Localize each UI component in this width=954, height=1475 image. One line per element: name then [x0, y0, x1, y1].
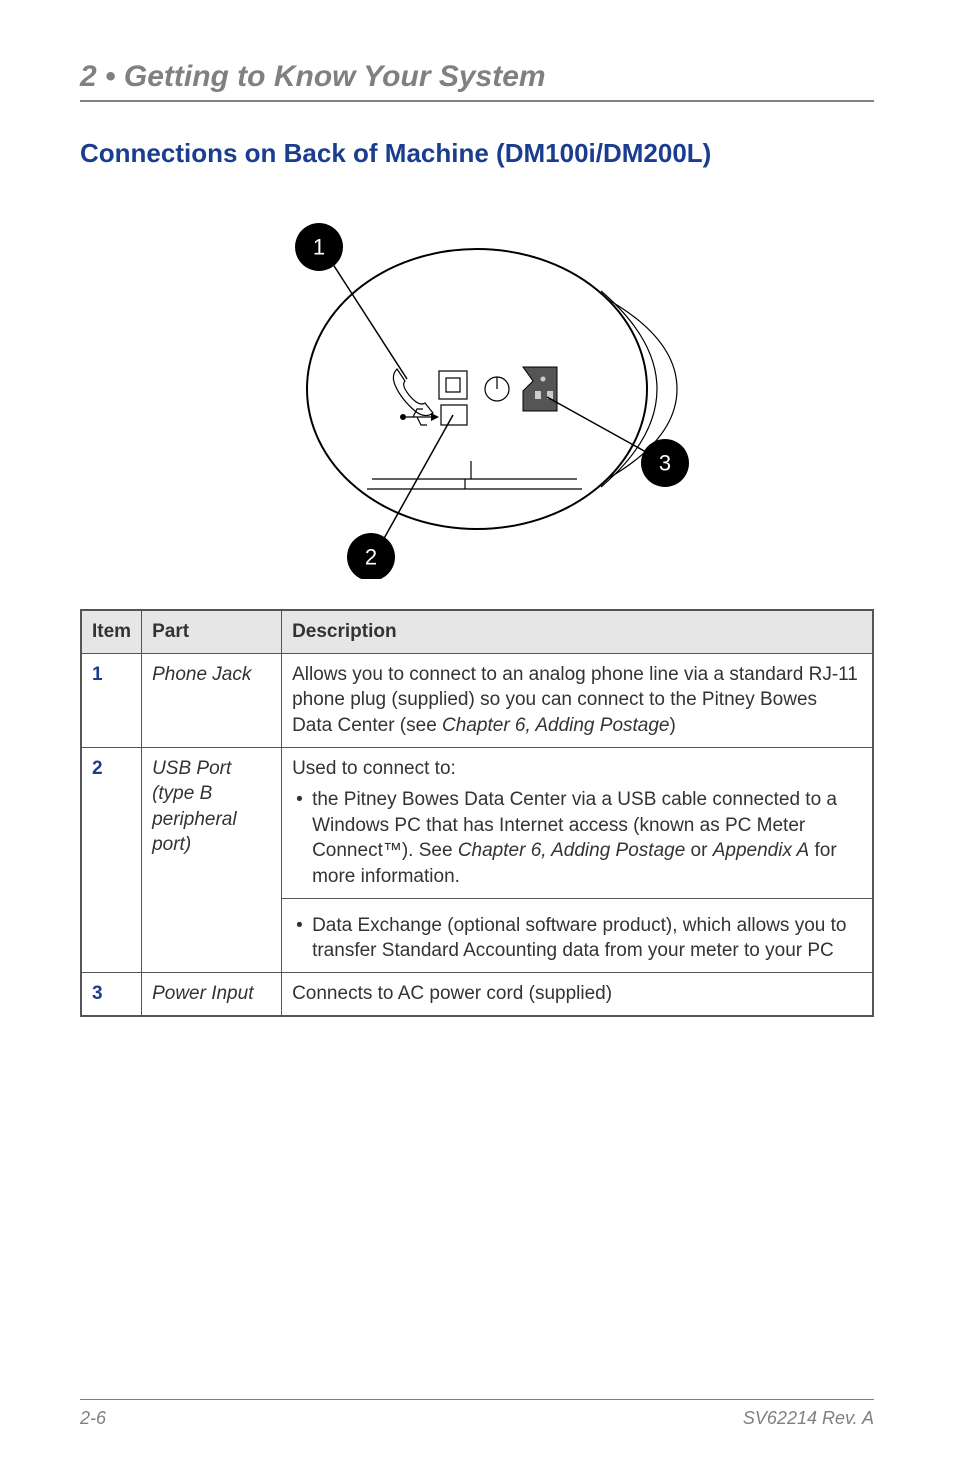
th-part: Part [142, 610, 282, 653]
list-item: Data Exchange (optional software product… [292, 913, 862, 964]
table-row: 1 Phone Jack Allows you to connect to an… [81, 653, 873, 747]
item-number: 3 [81, 973, 142, 1016]
power-symbol-icon [485, 377, 509, 401]
connections-table: Item Part Description 1 Phone Jack Allow… [80, 609, 874, 1017]
doc-revision: SV62214 Rev. A [743, 1408, 874, 1429]
diagram-container: 1 2 3 [80, 199, 874, 579]
power-inlet-icon [523, 367, 557, 411]
part-description: Connects to AC power cord (supplied) [282, 973, 873, 1016]
part-name: USB Port (type B peripheral port) [142, 747, 282, 972]
port-panel [393, 367, 557, 425]
page-footer: 2-6 SV62214 Rev. A [80, 1399, 874, 1429]
page-number: 2-6 [80, 1408, 106, 1429]
table-row: 2 USB Port (type B peripheral port) Used… [81, 747, 873, 972]
table-row: 3 Power Input Connects to AC power cord … [81, 973, 873, 1016]
machine-back-diagram: 1 2 3 [217, 199, 737, 579]
part-description: Allows you to connect to an analog phone… [282, 653, 873, 747]
phone-jack-icon [393, 369, 433, 416]
item-number: 1 [81, 653, 142, 747]
chapter-header: 2 • Getting to Know Your System [80, 60, 874, 102]
machine-svg: 1 2 3 [217, 199, 737, 579]
callout-3-label: 3 [659, 451, 671, 476]
item-number: 2 [81, 747, 142, 972]
th-desc: Description [282, 610, 873, 653]
table-header-row: Item Part Description [81, 610, 873, 653]
page-title: Connections on Back of Machine (DM100i/D… [80, 138, 874, 169]
part-description: Used to connect to: the Pitney Bowes Dat… [282, 747, 873, 972]
part-name: Phone Jack [142, 653, 282, 747]
callout-1-label: 1 [313, 235, 325, 260]
list-item: the Pitney Bowes Data Center via a USB c… [292, 787, 862, 890]
part-name: Power Input [142, 973, 282, 1016]
usb-port-icon [400, 371, 467, 425]
callout-2-label: 2 [365, 545, 377, 570]
th-item: Item [81, 610, 142, 653]
